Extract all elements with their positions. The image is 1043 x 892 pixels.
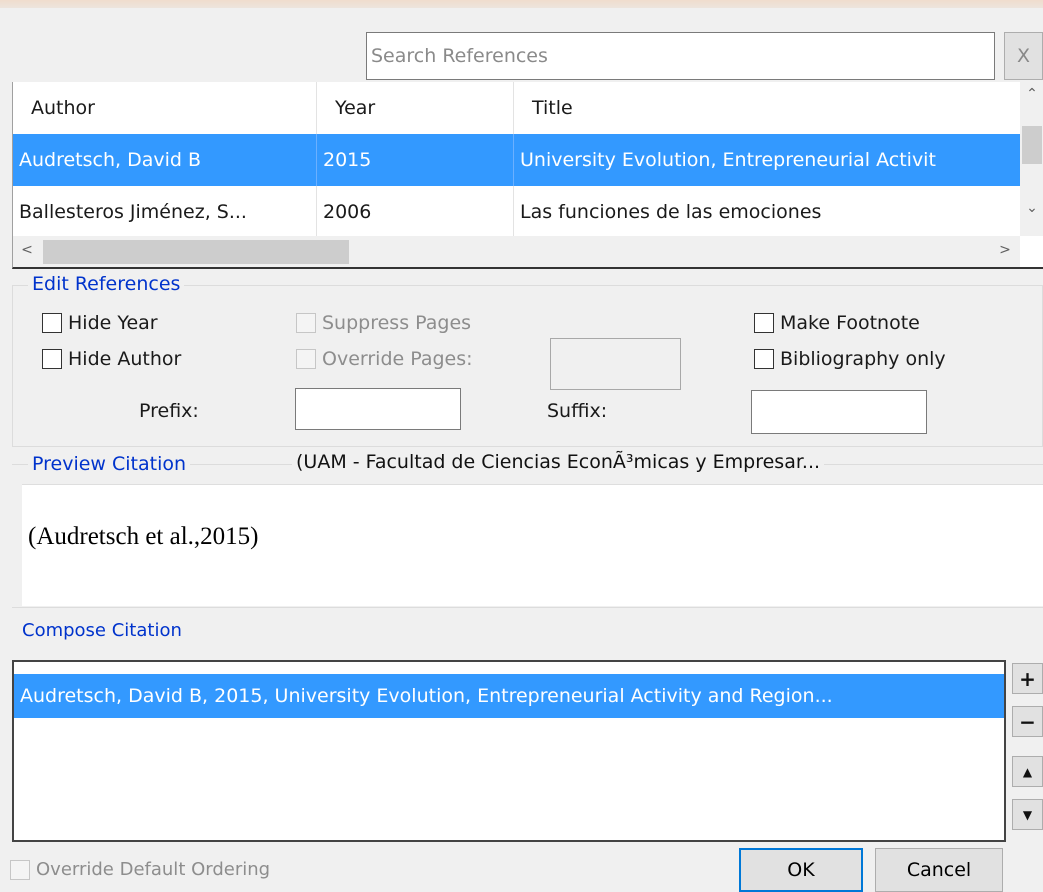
minus-icon: − bbox=[1019, 709, 1036, 734]
suppress-pages-label: Suppress Pages bbox=[322, 312, 472, 334]
compose-divider bbox=[12, 607, 1043, 608]
hide-year-label: Hide Year bbox=[68, 312, 158, 334]
override-pages-field bbox=[550, 338, 681, 390]
preview-citation-box: (Audretsch et al.,2015) bbox=[22, 484, 1043, 606]
table-row[interactable]: Audretsch, David B 2015 University Evolu… bbox=[13, 134, 1020, 186]
prefix-field[interactable] bbox=[295, 388, 461, 430]
compose-citation-label: Compose Citation bbox=[22, 620, 182, 641]
table-row[interactable]: Ballesteros Jiménez, S... 2006 Las funci… bbox=[13, 186, 1020, 238]
scroll-down-icon[interactable]: ⌄ bbox=[1022, 200, 1042, 216]
bibliography-only-checkbox[interactable]: Bibliography only bbox=[754, 348, 946, 370]
column-header-year[interactable]: Year bbox=[317, 82, 514, 134]
plus-icon: + bbox=[1019, 666, 1036, 691]
search-references-input[interactable] bbox=[366, 32, 995, 80]
override-pages-label: Override Pages: bbox=[322, 348, 473, 370]
hide-author-checkbox[interactable]: Hide Author bbox=[42, 348, 181, 370]
insert-citation-dialog: X Author Year Title Audretsch, David B 2… bbox=[0, 8, 1043, 892]
hide-year-checkbox[interactable]: Hide Year bbox=[42, 312, 158, 334]
suffix-field[interactable] bbox=[751, 390, 927, 434]
table-vertical-scrollbar[interactable]: ⌃ ⌄ bbox=[1020, 82, 1043, 236]
table-header: Author Year Title bbox=[13, 82, 1020, 134]
ok-button[interactable]: OK bbox=[739, 848, 863, 892]
table-horizontal-scrollbar[interactable]: < > bbox=[13, 236, 1020, 267]
row-title: University Evolution, Entrepreneurial Ac… bbox=[520, 149, 936, 171]
compose-citation-list[interactable]: Audretsch, David B, 2015, University Evo… bbox=[12, 660, 1006, 842]
make-footnote-checkbox[interactable]: Make Footnote bbox=[754, 312, 920, 334]
prefix-label: Prefix: bbox=[139, 400, 199, 422]
column-header-author[interactable]: Author bbox=[13, 82, 317, 134]
row-year: 2015 bbox=[317, 134, 514, 186]
override-default-ordering-checkbox: Override Default Ordering bbox=[10, 859, 270, 880]
preview-citation-legend: Preview Citation bbox=[28, 453, 191, 475]
scroll-up-icon[interactable]: ⌃ bbox=[1022, 86, 1042, 102]
scroll-left-icon[interactable]: < bbox=[17, 242, 37, 258]
hide-author-label: Hide Author bbox=[68, 348, 182, 370]
row-title: Las funciones de las emociones bbox=[520, 201, 822, 223]
checkbox-box[interactable] bbox=[754, 349, 774, 369]
suffix-label: Suffix: bbox=[547, 400, 608, 422]
move-down-button[interactable]: ▼ bbox=[1012, 799, 1043, 830]
horizontal-scroll-thumb[interactable] bbox=[43, 240, 349, 264]
column-header-title[interactable]: Title bbox=[514, 82, 1020, 134]
scroll-right-icon[interactable]: > bbox=[995, 242, 1015, 258]
row-author: Ballesteros Jiménez, S... bbox=[13, 186, 317, 238]
cancel-button[interactable]: Cancel bbox=[875, 848, 1003, 892]
checkbox-box bbox=[10, 859, 30, 880]
checkbox-box bbox=[296, 313, 316, 333]
remove-citation-button[interactable]: − bbox=[1012, 706, 1043, 737]
suppress-pages-checkbox: Suppress Pages bbox=[296, 312, 471, 334]
edit-references-legend: Edit References bbox=[28, 273, 185, 295]
citation-style-name: (UAM - Facultad de Ciencias EconÃ³micas … bbox=[292, 451, 825, 473]
override-default-ordering-label: Override Default Ordering bbox=[36, 859, 271, 880]
preview-citation-text: (Audretsch et al.,2015) bbox=[28, 523, 259, 550]
row-author: Audretsch, David B bbox=[13, 134, 317, 186]
references-table: Author Year Title Audretsch, David B 201… bbox=[12, 82, 1043, 269]
search-clear-button[interactable]: X bbox=[1004, 32, 1043, 80]
list-item[interactable]: Audretsch, David B, 2015, University Evo… bbox=[14, 674, 1004, 718]
override-pages-checkbox: Override Pages: bbox=[296, 348, 473, 370]
checkbox-box[interactable] bbox=[42, 313, 62, 333]
row-year: 2006 bbox=[317, 186, 514, 238]
checkbox-box[interactable] bbox=[754, 313, 774, 333]
make-footnote-label: Make Footnote bbox=[780, 312, 920, 334]
checkbox-box bbox=[296, 349, 316, 369]
move-up-button[interactable]: ▲ bbox=[1012, 756, 1043, 787]
triangle-down-icon: ▼ bbox=[1022, 807, 1033, 822]
bibliography-only-label: Bibliography only bbox=[780, 348, 946, 370]
triangle-up-icon: ▲ bbox=[1022, 764, 1033, 779]
vertical-scroll-thumb[interactable] bbox=[1022, 126, 1042, 164]
checkbox-box[interactable] bbox=[42, 349, 62, 369]
add-citation-button[interactable]: + bbox=[1012, 663, 1043, 694]
